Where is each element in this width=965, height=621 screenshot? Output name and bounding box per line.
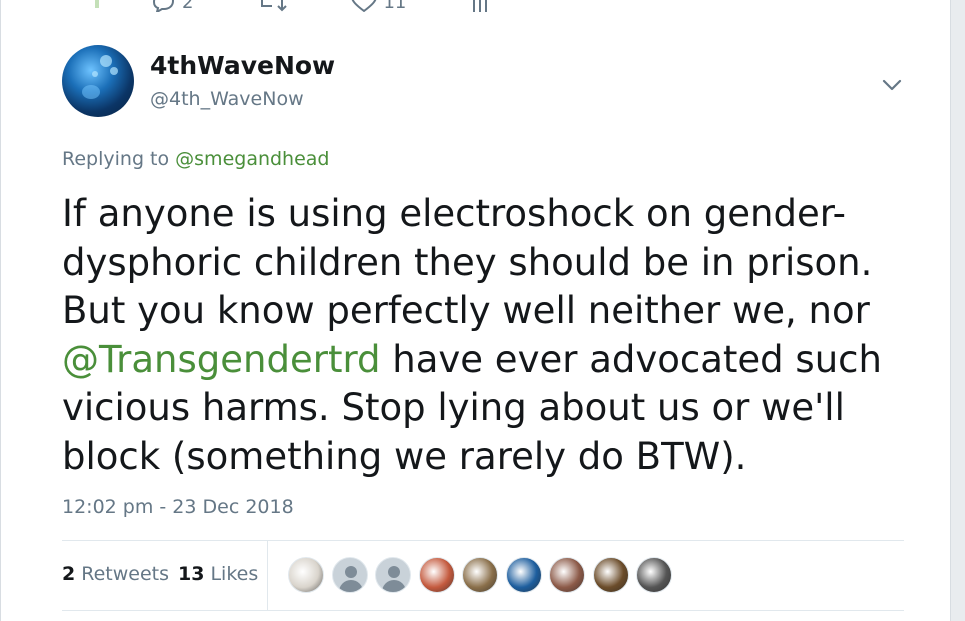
retweet-icon [261,0,288,12]
tweet-line-4: @Transgendertrd have ever advocated such [62,336,922,385]
like-count: 11 [383,0,407,13]
reply-action[interactable]: 2 [150,0,193,13]
tweet-header: 4thWaveNow @4th_WaveNow [62,45,922,120]
liker-avatar-5[interactable] [462,557,498,593]
replying-to-link[interactable]: @smegandhead [175,148,329,170]
stats-bottom-divider [62,610,904,611]
analytics-action[interactable] [470,0,490,12]
retweets-count: 2 [62,563,76,585]
tweet-line-3: But you know perfectly well neither we, … [62,289,870,332]
previous-tweet-actions: 2 11 [150,0,554,13]
liker-avatar-6[interactable] [505,557,542,593]
heart-icon [352,0,377,12]
analytics-icon [473,0,488,12]
left-border [0,0,1,621]
retweets-stat[interactable]: 2 Retweets [62,563,169,585]
liker-avatar-9[interactable] [636,557,672,593]
tweet-line-6: block (something we rarely do BTW). [62,434,747,478]
retweet-action[interactable] [257,0,288,12]
liker-avatar-2[interactable] [331,557,368,593]
default-avatar-body [338,580,363,592]
default-avatar-icon [388,566,400,578]
likes-count: 13 [178,563,205,585]
tweet-line-2: dysphoric children they should be in pri… [62,240,873,284]
thread-connector-line [95,0,99,8]
tweet-line-1: If anyone is using electroshock on gende… [62,192,846,235]
stats-separator [267,541,268,611]
tweet-stats: 2 Retweets 13 Likes [62,541,904,611]
liker-avatar-4[interactable] [418,557,455,593]
likes-label: Likes [210,563,259,585]
reply-icon [152,0,175,12]
default-avatar-icon [344,566,357,578]
replying-to: Replying to @smegandhead [62,148,330,170]
replying-prefix: Replying to [62,148,176,170]
default-avatar-body [382,580,406,592]
like-action[interactable]: 11 [351,0,406,13]
mention-link[interactable]: @Transgendertrd [62,338,381,381]
page-gutter [951,0,965,621]
avatar[interactable] [62,45,134,117]
tweet-text: If anyone is using electroshock on gende… [62,190,922,481]
display-name[interactable]: 4thWaveNow [150,51,335,80]
tweet-detail-view: 2 11 4thWaveNow @4th_WaveNow Replying to… [0,0,965,621]
liker-avatars [288,557,680,593]
username[interactable]: @4th_WaveNow [150,88,304,110]
timestamp[interactable]: 12:02 pm - 23 Dec 2018 [62,496,294,518]
retweets-label: Retweets [81,563,169,585]
reply-count: 2 [182,0,194,13]
liker-avatar-7[interactable] [549,557,585,593]
liker-avatar-1[interactable] [288,557,324,593]
likes-stat[interactable]: 13 Likes [178,563,258,585]
tweet-line-5: vicious harms. Stop lying about us or we… [62,386,845,429]
tweet-line-4-text: have ever advocated such [380,337,882,381]
liker-avatar-3[interactable] [375,557,411,593]
chevron-down-icon[interactable] [880,73,904,97]
liker-avatar-8[interactable] [592,557,629,593]
